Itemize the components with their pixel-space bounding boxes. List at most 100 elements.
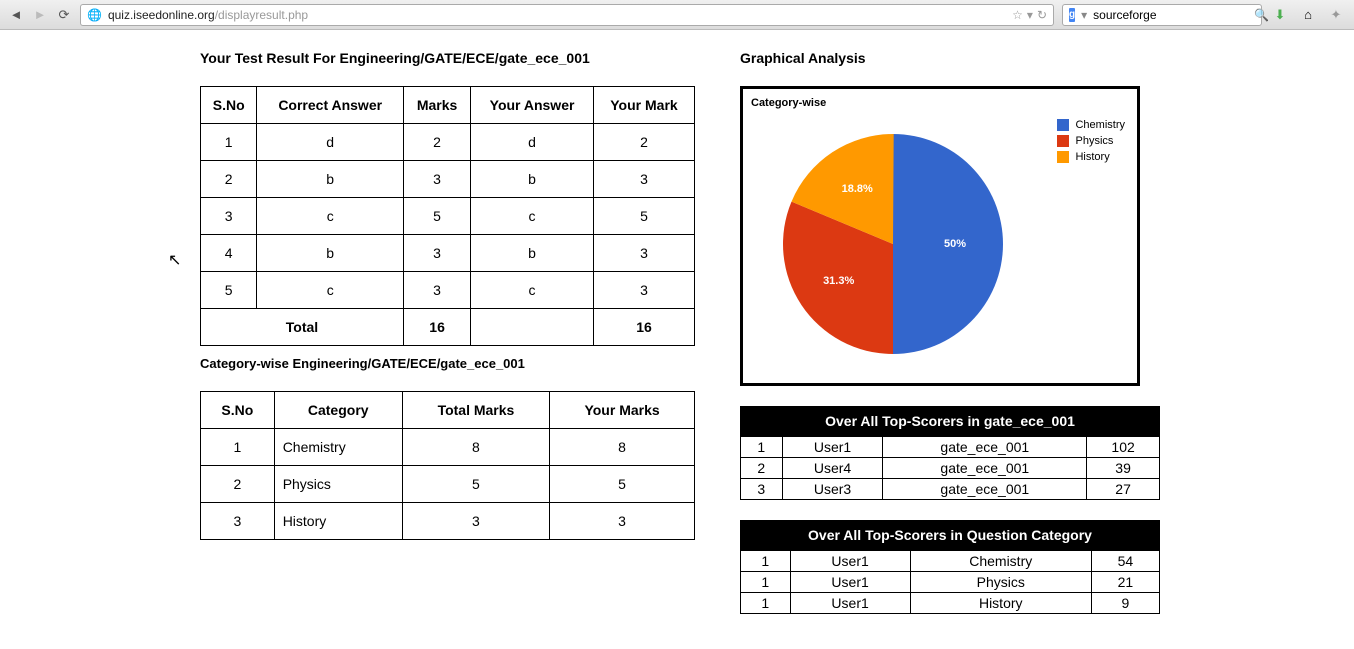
pie-slice-label: 31.3% [823,275,854,287]
table-cell: 3 [201,198,257,235]
table-cell: 5 [404,198,471,235]
table-header: Marks [404,87,471,124]
go-icon[interactable]: ↻ [1037,8,1047,22]
table-cell: 1 [201,124,257,161]
table-cell: 5 [593,198,694,235]
browser-toolbar: ◄ ► ⟳ 🌐 quiz.iseedonline.org/displayresu… [0,0,1354,30]
table-header: Your Answer [471,87,594,124]
legend-item[interactable]: Chemistry [1057,119,1125,131]
result-table: S.NoCorrect AnswerMarksYour AnswerYour M… [200,86,695,346]
table-cell: 3 [593,272,694,309]
legend-label: Physics [1075,135,1113,147]
graphical-title: Graphical Analysis [740,50,1160,66]
table-cell: c [257,272,404,309]
table-row: 3User3gate_ece_00127 [741,479,1160,500]
table-cell: History [910,593,1091,614]
table-row: 1User1Chemistry54 [741,551,1160,572]
table-cell: 27 [1087,479,1160,500]
total-yourmark: 16 [593,309,694,346]
back-button[interactable]: ◄ [8,7,24,23]
total-label: Total [201,309,404,346]
table-cell: b [471,235,594,272]
legend-swatch [1057,151,1069,163]
search-icon[interactable]: 🔍 [1254,8,1269,22]
table-header: Category [274,392,402,429]
table-cell: c [471,198,594,235]
top-scorers-test: Over All Top-Scorers in gate_ece_001 1Us… [740,406,1160,500]
legend-item[interactable]: Physics [1057,135,1125,147]
table-cell: b [471,161,594,198]
table-row: 1Chemistry88 [201,429,695,466]
table-cell: 5 [402,466,549,503]
table-cell: Chemistry [910,551,1091,572]
pie-chart [778,129,1008,362]
table-cell: 5 [550,466,695,503]
table-header: Correct Answer [257,87,404,124]
table-cell: 3 [201,503,275,540]
table-cell: 1 [741,572,791,593]
chart-box-title: Category-wise [751,97,1129,109]
pie-chart-box: Category-wise ChemistryPhysicsHistory 50… [740,86,1140,386]
legend-item[interactable]: History [1057,151,1125,163]
globe-icon: 🌐 [87,8,102,22]
table-row: 1User1Physics21 [741,572,1160,593]
table-cell: 8 [550,429,695,466]
table-cell: 8 [402,429,549,466]
table-cell: d [471,124,594,161]
table-cell: User1 [782,437,883,458]
table-cell: 3 [404,272,471,309]
url-domain: quiz.iseedonline.org [108,8,215,22]
table-cell: 9 [1091,593,1159,614]
total-marks: 16 [404,309,471,346]
table-cell: 3 [402,503,549,540]
scorer2-title: Over All Top-Scorers in Question Categor… [740,520,1160,550]
category-title: Category-wise Engineering/GATE/ECE/gate_… [200,356,700,371]
table-cell: 1 [201,429,275,466]
table-cell: gate_ece_001 [883,479,1087,500]
table-cell: c [257,198,404,235]
download-icon[interactable]: ⬇ [1270,5,1290,25]
table-cell: History [274,503,402,540]
dropdown-icon[interactable]: ▾ [1027,8,1033,22]
table-cell: User3 [782,479,883,500]
table-cell: Physics [910,572,1091,593]
category-table: S.NoCategoryTotal MarksYour Marks 1Chemi… [200,391,695,540]
addon-icon[interactable]: ✦ [1326,5,1346,25]
table-cell: 5 [201,272,257,309]
table-cell: User1 [790,551,910,572]
table-header: Total Marks [402,392,549,429]
table-cell: d [257,124,404,161]
search-box[interactable]: g ▾ 🔍 [1062,4,1262,26]
table-cell: 2 [741,458,783,479]
table-cell: 3 [593,235,694,272]
table-row: 1User1gate_ece_001102 [741,437,1160,458]
url-bar[interactable]: 🌐 quiz.iseedonline.org/displayresult.php… [80,4,1054,26]
chart-legend: Chemistry Physics History [1057,119,1125,167]
reload-button[interactable]: ⟳ [56,7,72,23]
table-cell: 3 [404,161,471,198]
forward-button[interactable]: ► [32,7,48,23]
result-title: Your Test Result For Engineering/GATE/EC… [200,50,700,66]
table-row: 4b3b3 [201,235,695,272]
table-cell: 4 [201,235,257,272]
table-row: 2b3b3 [201,161,695,198]
legend-label: History [1075,151,1109,163]
table-cell: 2 [593,124,694,161]
url-path: /displayresult.php [215,8,308,22]
table-row: 2Physics55 [201,466,695,503]
home-icon[interactable]: ⌂ [1298,5,1318,25]
table-cell: 1 [741,551,791,572]
table-cell: 39 [1087,458,1160,479]
star-icon[interactable]: ☆ [1012,8,1023,22]
search-dropdown-icon[interactable]: ▾ [1081,8,1087,22]
total-blank [471,309,594,346]
table-cell: 54 [1091,551,1159,572]
table-header: Your Mark [593,87,694,124]
search-input[interactable] [1093,8,1248,22]
scorer1-title: Over All Top-Scorers in gate_ece_001 [740,406,1160,436]
table-cell: gate_ece_001 [883,437,1087,458]
table-cell: 3 [741,479,783,500]
table-cell: User4 [782,458,883,479]
table-header: S.No [201,392,275,429]
page-content: Your Test Result For Engineering/GATE/EC… [0,30,1354,624]
